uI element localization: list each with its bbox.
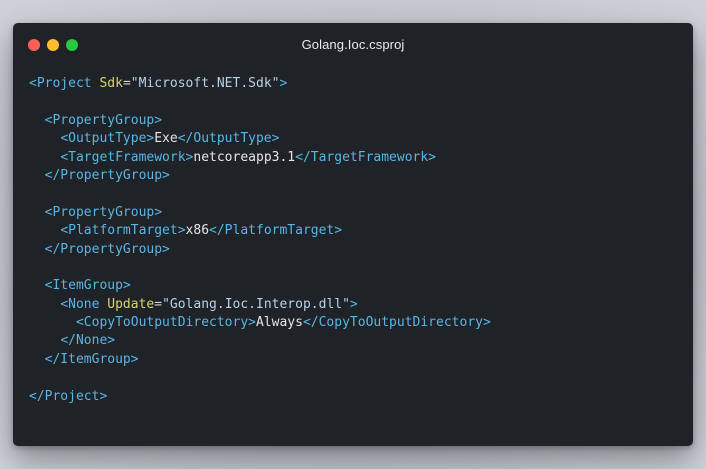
code-token-tag: <TargetFramework> bbox=[60, 149, 194, 165]
code-line: </PropertyGroup> bbox=[29, 241, 491, 259]
code-token-tag: </CopyToOutputDirectory> bbox=[302, 315, 491, 331]
code-token-tag: <Project bbox=[29, 76, 92, 91]
code-token-tag: <CopyToOutputDirectory> bbox=[75, 315, 256, 331]
code-token-tag: </TargetFramework> bbox=[295, 149, 437, 165]
code-token-attr: Update bbox=[107, 296, 155, 312]
code-line: <Project Sdk="Microsoft.NET.Sdk"> bbox=[29, 75, 491, 93]
code-token-tag: <OutputType> bbox=[60, 131, 155, 147]
code-line: <PlatformTarget>x86</PlatformTarget> bbox=[29, 222, 491, 240]
code-token-tag: </Project> bbox=[29, 388, 108, 404]
code-token-string: "Microsoft.NET.Sdk" bbox=[130, 76, 280, 91]
code-token-string: "Golang.Ioc.Interop.dll" bbox=[162, 296, 350, 312]
code-line: <CopyToOutputDirectory>Always</CopyToOut… bbox=[29, 314, 491, 332]
code-token-text: Exe bbox=[154, 131, 178, 147]
code-block: <Project Sdk="Microsoft.NET.Sdk"> <Prope… bbox=[29, 75, 491, 406]
code-token-tag: <PlatformTarget> bbox=[60, 223, 186, 239]
code-token-punct: = bbox=[154, 296, 163, 312]
code-line: </PropertyGroup> bbox=[29, 167, 491, 185]
code-token-tag: <ItemGroup> bbox=[44, 278, 131, 294]
code-token-punct: = bbox=[122, 76, 131, 91]
code-line: </None> bbox=[29, 332, 491, 350]
code-token-tag: </PlatformTarget> bbox=[209, 223, 343, 239]
code-token-text: x86 bbox=[185, 223, 210, 239]
code-window: Golang.Ioc.csproj <Project Sdk="Microsof… bbox=[13, 23, 693, 446]
window-titlebar: Golang.Ioc.csproj bbox=[13, 23, 693, 67]
code-token-tag: <None bbox=[60, 296, 100, 312]
code-token-text: netcoreapp3.1 bbox=[193, 149, 296, 165]
code-line: </ItemGroup> bbox=[29, 351, 491, 369]
code-line: <TargetFramework>netcoreapp3.1</TargetFr… bbox=[29, 149, 491, 167]
code-token-tag: <PropertyGroup> bbox=[44, 112, 163, 128]
code-token-tag: </None> bbox=[60, 333, 116, 349]
window-title: Golang.Ioc.csproj bbox=[301, 37, 405, 52]
code-token-tag: </ItemGroup> bbox=[44, 351, 139, 367]
code-line: </Project> bbox=[29, 388, 491, 406]
code-line: <OutputType>Exe</OutputType> bbox=[29, 130, 491, 148]
code-token-tag: > bbox=[349, 296, 358, 312]
code-token-tag: </OutputType> bbox=[177, 131, 280, 147]
code-token-tag: > bbox=[279, 76, 288, 91]
code-token-tag: </PropertyGroup> bbox=[44, 241, 170, 257]
code-line: <PropertyGroup> bbox=[29, 112, 491, 130]
code-token-tag: </PropertyGroup> bbox=[44, 167, 170, 183]
code-line: <ItemGroup> bbox=[29, 277, 491, 295]
code-token-text: Always bbox=[255, 315, 303, 331]
code-token-tag: <PropertyGroup> bbox=[44, 204, 163, 220]
code-line: <PropertyGroup> bbox=[29, 204, 491, 222]
code-line: <None Update="Golang.Ioc.Interop.dll"> bbox=[29, 296, 491, 314]
code-token-attr: Sdk bbox=[99, 76, 123, 91]
